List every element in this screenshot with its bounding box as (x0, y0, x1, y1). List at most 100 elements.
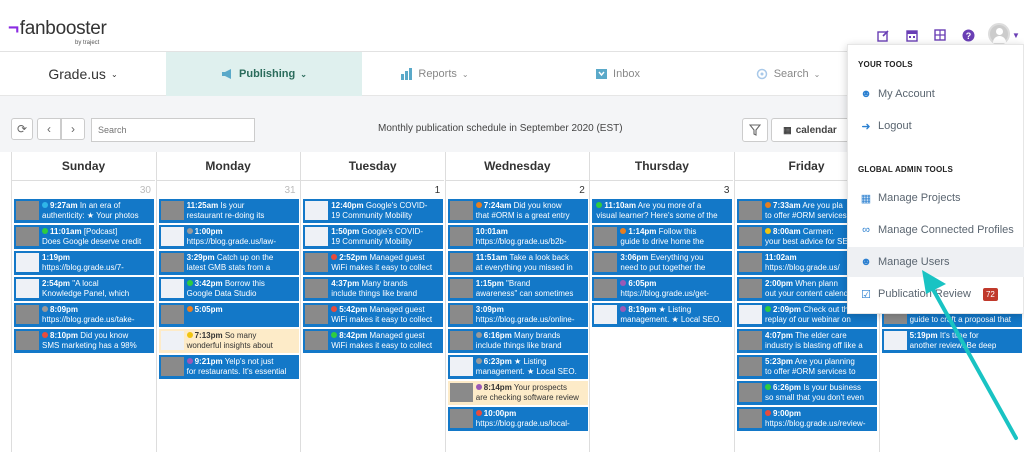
calendar-event[interactable]: 8:42pm Managed guest WiFi makes it easy t… (303, 329, 444, 353)
day-number: 1 (434, 185, 441, 196)
event-line-1: 8:19pm ★ Listing (620, 305, 730, 315)
chevron-down-icon: ⌄ (461, 69, 469, 79)
search-input[interactable] (91, 118, 255, 142)
refresh-button[interactable]: ⟳ (11, 118, 33, 140)
calendar-event[interactable]: 6:23pm ★ Listing management. ★ Local SEO. (447, 355, 588, 379)
status-dot-icon (620, 280, 627, 286)
calendar-event[interactable]: 8:10pm Did you know SMS marketing has a 9… (14, 329, 154, 353)
calendar-event[interactable]: 12:40pm Google's COVID- 19 Community Mobi… (303, 199, 444, 223)
help-icon[interactable]: ? (961, 28, 975, 42)
event-time: 12:40pm (331, 201, 364, 210)
post-thumbnail (739, 409, 762, 428)
event-text: Your prospects (513, 383, 567, 392)
status-dot-icon (475, 332, 482, 338)
event-time: 3:42pm (194, 279, 223, 288)
event-text: ★ Listing (514, 357, 547, 366)
event-text-2: restaurant re-doing its (186, 211, 265, 220)
day-column-monday: Monday 31 11:25am Is your restaurant re-doi… (155, 152, 300, 452)
tab-label: Reports (418, 68, 457, 80)
calendar-event[interactable]: 9:00pm https://blog.grade.us/review- (737, 407, 877, 431)
calendar-event[interactable]: 1:50pm Google's COVID- 19 Community Mobil… (303, 225, 444, 249)
event-line-1: 6:23pm ★ Listing (475, 357, 586, 367)
calendar-event[interactable]: 11:10am Are you more of a visual learner?… (592, 199, 733, 223)
calendar-event[interactable]: 3:42pm Borrow this Google Data Studio (158, 277, 299, 301)
calendar-view-button[interactable]: ▦ calendar (771, 118, 849, 142)
event-text-2: for restaurants. It's essential (186, 367, 287, 376)
calendar-event[interactable]: 1:19pm https://blog.grade.us/7- (14, 251, 154, 275)
post-thumbnail (16, 201, 39, 220)
event-text: [Podcast] (83, 227, 118, 236)
tab-search[interactable]: Search ⌄ (728, 52, 848, 96)
inbox-icon (596, 69, 608, 79)
calendar-event[interactable]: 5:05pm (158, 303, 299, 327)
event-text-2: SMS marketing has a 98% (42, 341, 137, 350)
event-time: 6:26pm (773, 383, 802, 392)
event-text-2: that #ORM is a great entry (475, 211, 570, 220)
calendar-event[interactable]: 10:00pm https://blog.grade.us/local- (447, 407, 588, 431)
event-text: "Brand (506, 279, 531, 288)
tab-publishing[interactable]: Publishing ⌄ (166, 52, 362, 96)
status-dot-icon (765, 202, 771, 208)
calendar-event[interactable]: 2:52pm Managed guest WiFi makes it easy t… (303, 251, 444, 275)
day-number: 2 (579, 185, 585, 196)
grid-icon[interactable] (933, 28, 947, 42)
calendar-event[interactable]: 8:09pm https://blog.grade.us/take- (14, 303, 154, 327)
tab-inbox[interactable]: Inbox (545, 52, 690, 96)
calendar-event[interactable]: 5:42pm Managed guest WiFi makes it easy t… (303, 303, 444, 327)
post-thumbnail (594, 279, 618, 298)
filter-button[interactable] (742, 118, 768, 142)
manage-projects-item[interactable]: ▦ Manage Projects (848, 183, 1024, 213)
post-thumbnail (160, 305, 184, 324)
prev-button[interactable]: ‹ (37, 118, 61, 140)
chevron-down-icon[interactable]: ▼ (1012, 31, 1020, 40)
calendar-event[interactable]: 6:05pm https://blog.grade.us/get- (592, 277, 733, 301)
logout-item[interactable]: ➜ Logout (848, 111, 1024, 141)
calendar-event[interactable]: 1:15pm "Brand awareness" can sometimes (447, 277, 588, 301)
calendar-event[interactable]: 11:51am Take a look back at everything yo… (447, 251, 588, 275)
calendar-event[interactable]: 4:37pm Many brands include things like br… (303, 277, 444, 301)
day-column-wednesday: Wednesday 2 7:24am Did you know that #ORM i… (444, 152, 589, 452)
avatar[interactable] (988, 23, 1010, 45)
post-thumbnail (160, 279, 184, 298)
event-text-2: include things like brand (331, 289, 418, 298)
post-thumbnail (160, 357, 184, 376)
calendar-event[interactable]: 11:01am [Podcast] Does Google deserve cre… (14, 225, 154, 249)
calendar-event[interactable]: 8:19pm ★ Listing management. ★ Local SEO. (592, 303, 733, 327)
calendar-event[interactable]: 1:00pm https://blog.grade.us/law- (158, 225, 299, 249)
project-selector[interactable]: Grade.us ⌄ (0, 52, 166, 96)
status-dot-icon (765, 228, 771, 234)
calendar-event[interactable]: 5:23pm Are you planning to offer #ORM ser… (737, 355, 877, 379)
tab-reports[interactable]: Reports ⌄ (362, 52, 507, 96)
event-text-2: are checking software review (475, 393, 579, 402)
edit-icon[interactable] (876, 28, 890, 42)
status-dot-icon (475, 358, 482, 364)
manage-connected-profiles-item[interactable]: ∞ Manage Connected Profiles (848, 215, 1024, 245)
status-dot-icon (765, 384, 771, 390)
day-column-thursday: Thursday 3 11:10am Are you more of a visual… (589, 152, 734, 452)
calendar-event[interactable]: 9:27am In an era of authenticity: ★ Your … (14, 199, 154, 223)
my-account-item[interactable]: ☻ My Account (848, 79, 1024, 109)
calendar-event[interactable]: 8:14pm Your prospects are checking softwa… (447, 381, 588, 405)
calendar-event[interactable]: 6:26pm Is your business so small that you… (737, 381, 877, 405)
event-text-2: visual learner? Here's some of the (596, 211, 718, 220)
calendar-event[interactable]: 7:24am Did you know that #ORM is a great … (447, 199, 588, 223)
calendar-event[interactable]: 2:54pm "A local Knowledge Panel, which (14, 277, 154, 301)
calendar-event[interactable]: 7:13pm So many wonderful insights about (158, 329, 299, 353)
calendar-event[interactable]: 4:07pm The elder care industry is blastin… (737, 329, 877, 353)
calendar-event[interactable]: 10:01am https://blog.grade.us/b2b- (447, 225, 588, 249)
calendar-icon[interactable] (905, 28, 919, 42)
calendar-event[interactable]: 3:29pm Catch up on the latest GMB stats f… (158, 251, 299, 275)
next-button[interactable]: › (61, 118, 85, 140)
calendar-event[interactable]: 11:25am Is your restaurant re-doing its (158, 199, 299, 223)
calendar-event[interactable]: 1:14pm Follow this guide to drive home th… (592, 225, 733, 249)
logo[interactable]: ¬fanbooster (8, 18, 107, 40)
calendar-event[interactable]: 6:16pm Many brands include things like br… (447, 329, 588, 353)
post-thumbnail (449, 331, 473, 350)
event-line-1: 11:25am Is your (187, 201, 297, 211)
calendar-event[interactable]: 3:06pm Everything you need to put togethe… (592, 251, 733, 275)
calendar-event[interactable]: 3:09pm https://blog.grade.us/online- (447, 303, 588, 327)
post-thumbnail (449, 357, 473, 376)
calendar-event[interactable]: 9:21pm Yelp's not just for restaurants. I… (158, 355, 299, 379)
calendar-view-label: calendar (795, 124, 837, 136)
post-thumbnail (739, 331, 762, 350)
